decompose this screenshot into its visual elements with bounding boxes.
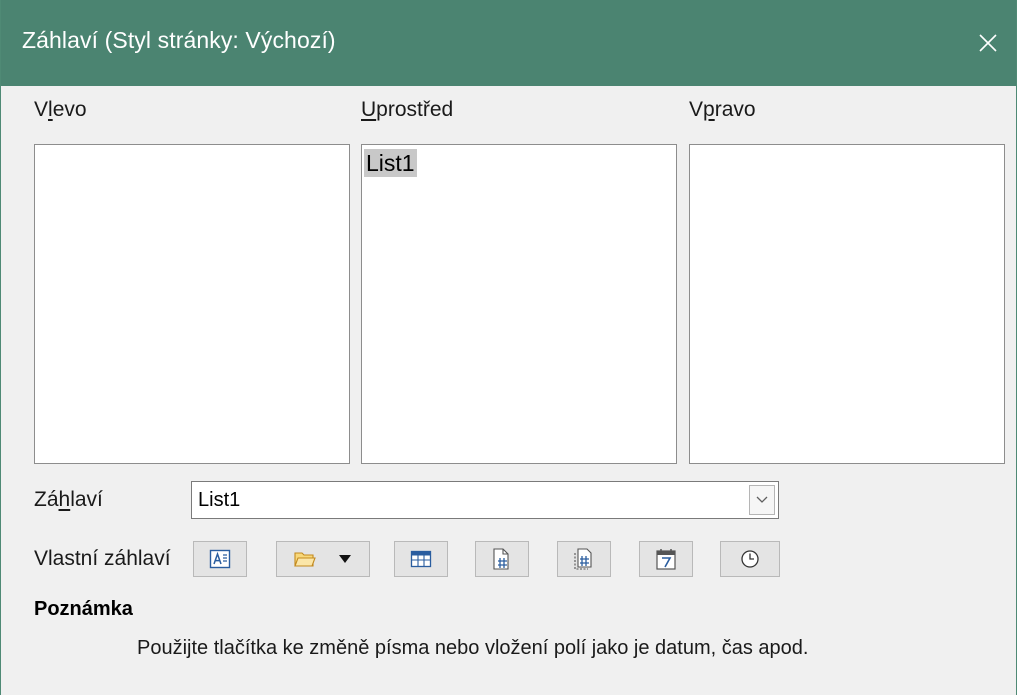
note-heading: Poznámka — [34, 598, 133, 620]
text-attributes-icon — [209, 549, 231, 569]
close-icon — [979, 34, 997, 52]
text-attributes-button[interactable] — [193, 541, 247, 577]
left-area-editor[interactable] — [34, 144, 350, 464]
header-select[interactable]: List1 — [191, 481, 779, 519]
clock-icon — [741, 550, 759, 568]
page-count-icon — [574, 548, 592, 570]
table-icon — [410, 550, 432, 568]
date-button[interactable] — [639, 541, 693, 577]
sheet-name-button[interactable] — [394, 541, 448, 577]
center-area-label: Uprostřed — [361, 98, 454, 121]
page-count-button[interactable] — [557, 541, 611, 577]
title-bar: Záhlaví (Styl stránky: Výchozí) — [1, 0, 1016, 86]
header-field-label: Záhlaví — [34, 488, 103, 511]
right-area-label: Vpravo — [689, 98, 756, 121]
folder-icon — [294, 552, 316, 567]
page-number-icon — [493, 548, 509, 570]
header-select-value: List1 — [198, 489, 241, 511]
center-area-text: List1 — [364, 149, 417, 177]
time-button[interactable] — [720, 541, 780, 577]
left-area-label: Vlevo — [34, 98, 87, 121]
chevron-down-icon — [756, 496, 768, 503]
header-select-dropdown-button[interactable] — [749, 485, 775, 515]
file-name-button[interactable] — [276, 541, 370, 577]
dropdown-arrow-icon[interactable] — [338, 554, 352, 564]
custom-header-label: Vlastní záhlaví — [34, 547, 171, 570]
dialog-title: Záhlaví (Styl stránky: Výchozí) — [22, 27, 336, 53]
note-text: Použijte tlačítka ke změně písma nebo vl… — [137, 637, 809, 659]
header-dialog: Záhlaví (Styl stránky: Výchozí) Vlevo Up… — [0, 0, 1017, 695]
close-button[interactable] — [960, 0, 1016, 86]
page-number-button[interactable] — [475, 541, 529, 577]
center-area-editor[interactable]: List1 — [361, 144, 677, 464]
calendar-icon — [656, 549, 676, 570]
right-area-editor[interactable] — [689, 144, 1005, 464]
